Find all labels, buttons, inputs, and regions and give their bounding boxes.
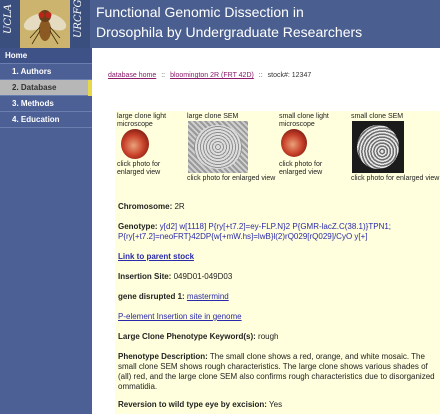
red-eye-image[interactable] [281,129,307,157]
photo-caption: click photo for enlarged view [351,175,440,182]
parent-stock-link[interactable]: Link to parent stock [118,252,194,261]
nav-education[interactable]: 4. Education [0,112,92,128]
phenotype-description-row: Phenotype Description: The small clone s… [118,352,438,392]
gene-label: gene disrupted 1: [118,292,185,301]
nav-authors[interactable]: 1. Authors [0,64,92,80]
genotype-label: Genotype: [118,222,158,231]
reversion-label: Reversion to wild type eye by excision: [118,400,267,409]
chromosome-label: Chromosome: [118,202,173,211]
breadcrumb-stock-collection[interactable]: bloomington 2R (FRT 42D) [170,72,254,79]
site-title-line2: Drosophila by Undergraduate Researchers [96,24,363,40]
pelement-link[interactable]: P-element Insertion site in genome [118,312,242,321]
sidebar: Home 1. Authors 2. Database 3. Methods 4… [0,48,92,414]
pelement-row: P-element Insertion site in genome [118,312,438,322]
stock-details-panel: Chromosome: 2R Genotype: y[d2] w[1118] P… [115,190,440,414]
genotype-row: Genotype: y[d2] w[1118] P{ry[+t7.2]=ey-F… [118,222,438,242]
genotype-value: y[d2] w[1118] P{ry[+t7.2]=ey-FLP.N}2 P{G… [118,222,392,241]
gene-row: gene disrupted 1: mastermind [118,292,438,302]
parent-stock-row: Link to parent stock [118,252,438,262]
photo-small-sem: small clone SEM click photo for enlarged… [349,111,440,190]
breadcrumb-separator: :: [161,72,166,79]
photo-caption: click photo for enlarged view [117,161,161,176]
phenotype-keyword-label: Large Clone Phenotype Keyword(s): [118,332,256,341]
clone-photos-panel: large clone light microscope click photo… [115,111,440,190]
breadcrumb-stock-number: stock#: 12347 [267,72,312,79]
reversion-row: Reversion to wild type eye by excision: … [118,400,438,410]
urcfg-logo: URCFG [70,0,90,48]
chromosome-row: Chromosome: 2R [118,202,438,212]
photo-large-sem: large clone SEM click photo for enlarged… [185,111,277,190]
insertion-row: Insertion Site: 049D01-049D03 [118,272,438,282]
active-indicator [88,80,92,96]
nav-home[interactable]: Home [0,48,92,64]
site-header: UCLA URCFG Functional Genomic Dissection… [0,0,440,48]
nav-database[interactable]: 2. Database [0,80,92,96]
reversion-value: Yes [269,400,283,409]
photo-label: large clone light microscope [117,113,167,128]
breadcrumb-database-home[interactable]: database home [108,72,156,79]
photo-label: large clone SEM [187,113,239,120]
sem-eye-image[interactable] [352,121,404,173]
photo-large-light: large clone light microscope click photo… [115,111,185,190]
photo-label: small clone SEM [351,113,404,120]
ucla-logo: UCLA [0,0,20,48]
photo-label: small clone light microscope [279,113,329,128]
photo-small-light: small clone light microscope click photo… [277,111,349,190]
site-title: Functional Genomic Dissection in Drosoph… [96,2,362,42]
phenotype-keyword-row: Large Clone Phenotype Keyword(s): rough [118,332,438,342]
gene-link[interactable]: mastermind [187,292,229,301]
photo-caption: click photo for enlarged view [279,161,323,176]
breadcrumb-separator: :: [258,72,263,79]
nav-methods[interactable]: 3. Methods [0,96,92,112]
phenotype-keyword-value: rough [258,332,279,341]
nav-database-label: 2. Database [12,83,57,92]
photo-caption: click photo for enlarged view [187,175,276,182]
phenotype-description-label: Phenotype Description: [118,352,208,361]
breadcrumb: database home :: bloomington 2R (FRT 42D… [108,72,311,79]
insertion-value: 049D01-049D03 [173,272,233,281]
chromosome-value: 2R [174,202,185,211]
fly-logo-icon [20,0,70,48]
sem-eye-image[interactable] [188,121,248,173]
red-eye-image[interactable] [121,129,149,159]
site-title-line1: Functional Genomic Dissection in [96,4,304,20]
insertion-label: Insertion Site: [118,272,172,281]
